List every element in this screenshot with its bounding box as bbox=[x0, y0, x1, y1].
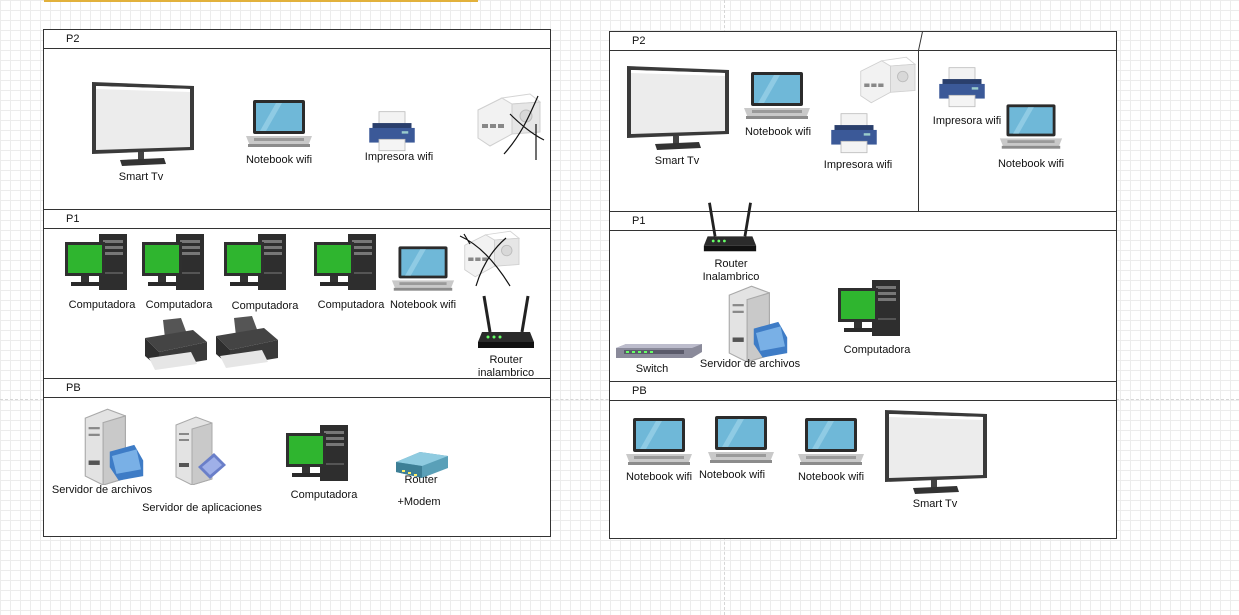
application-server-icon[interactable] bbox=[170, 415, 230, 485]
device-label: Notebook wifi bbox=[698, 469, 766, 481]
left-building-diagram[interactable]: P2 P1 PB Smart Tv Notebook wifi Impresor… bbox=[43, 29, 551, 537]
device-label: Router bbox=[489, 354, 523, 366]
device-label: Servidor de archivos bbox=[699, 358, 801, 370]
network-switch-icon[interactable] bbox=[614, 342, 704, 362]
desktop-computer-icon[interactable] bbox=[140, 232, 210, 294]
laptop-icon[interactable] bbox=[244, 98, 314, 150]
device-label: Impresora wifi bbox=[364, 151, 434, 163]
laptop-icon[interactable] bbox=[706, 414, 776, 466]
right-floor-p1-header: P1 bbox=[610, 211, 1116, 231]
right-building-diagram[interactable]: P2 P1 PB Smart Tv Notebook wifi Impresor… bbox=[609, 31, 1117, 539]
laptop-icon[interactable] bbox=[742, 70, 812, 122]
floor-label: PB bbox=[632, 385, 647, 397]
device-label: Computadora bbox=[145, 299, 213, 311]
file-server-icon[interactable] bbox=[722, 284, 790, 362]
smart-tv-icon[interactable] bbox=[880, 406, 992, 496]
device-label: Notebook wifi bbox=[625, 471, 693, 483]
laptop-icon[interactable] bbox=[998, 102, 1064, 152]
laptop-icon[interactable] bbox=[624, 416, 694, 468]
device-label: Computadora bbox=[68, 299, 136, 311]
left-floor-p2-header: P2 bbox=[44, 30, 550, 49]
right-floor-pb-header: PB bbox=[610, 381, 1116, 401]
floor-label: P1 bbox=[632, 215, 646, 227]
desktop-computer-icon[interactable] bbox=[63, 232, 133, 294]
floor-label: PB bbox=[66, 382, 81, 394]
floor-label: P2 bbox=[66, 33, 80, 45]
device-label: Servidor de aplicaciones bbox=[142, 502, 262, 514]
device-label: Computadora bbox=[843, 344, 911, 356]
device-label: Computadora bbox=[290, 489, 358, 501]
desktop-computer-icon[interactable] bbox=[312, 232, 382, 294]
floor-label: P1 bbox=[66, 213, 80, 225]
device-label: Notebook wifi bbox=[797, 471, 865, 483]
top-accent-line bbox=[44, 0, 478, 2]
device-label: Smart Tv bbox=[118, 171, 164, 183]
device-label: inalambrico bbox=[477, 367, 535, 379]
device-label: Computadora bbox=[317, 299, 385, 311]
printer-icon[interactable] bbox=[936, 66, 988, 110]
powerline-adapter-icon[interactable] bbox=[852, 52, 922, 108]
laptop-icon[interactable] bbox=[390, 244, 456, 294]
wireless-router-icon[interactable] bbox=[702, 196, 758, 258]
printer-icon[interactable] bbox=[212, 314, 282, 370]
printer-icon[interactable] bbox=[141, 316, 211, 372]
smart-tv-icon[interactable] bbox=[622, 62, 734, 152]
desktop-computer-icon[interactable] bbox=[284, 423, 354, 485]
printer-icon[interactable] bbox=[828, 112, 880, 156]
device-label: Inalambrico bbox=[702, 271, 760, 283]
printer-icon[interactable] bbox=[366, 110, 418, 154]
powerline-adapter-icon[interactable] bbox=[468, 90, 548, 150]
device-label: Servidor de archivos bbox=[51, 484, 153, 496]
device-label: Notebook wifi bbox=[389, 299, 457, 311]
device-label: +Modem bbox=[397, 496, 441, 508]
desktop-computer-icon[interactable] bbox=[222, 232, 292, 294]
powerline-adapter-icon[interactable] bbox=[456, 226, 526, 282]
device-label: Smart Tv bbox=[912, 498, 958, 510]
device-label: Notebook wifi bbox=[744, 126, 812, 138]
right-floor-p2-header: P2 bbox=[610, 32, 1116, 51]
device-label: Notebook wifi bbox=[997, 158, 1065, 170]
device-label: Switch bbox=[635, 363, 669, 375]
device-label: Impresora wifi bbox=[823, 159, 893, 171]
laptop-icon[interactable] bbox=[796, 416, 866, 468]
wireless-router-icon[interactable] bbox=[476, 292, 536, 352]
device-label: Notebook wifi bbox=[245, 154, 313, 166]
device-label: Computadora bbox=[231, 300, 299, 312]
smart-tv-icon[interactable] bbox=[88, 78, 198, 168]
device-label: Smart Tv bbox=[654, 155, 700, 167]
device-label: Router bbox=[714, 258, 748, 270]
device-label: Impresora wifi bbox=[932, 115, 1002, 127]
floor-label: P2 bbox=[632, 35, 646, 47]
left-floor-pb-header: PB bbox=[44, 378, 550, 398]
desktop-computer-icon[interactable] bbox=[836, 278, 906, 340]
file-server-icon[interactable] bbox=[78, 407, 146, 485]
device-label: Router bbox=[404, 474, 438, 486]
